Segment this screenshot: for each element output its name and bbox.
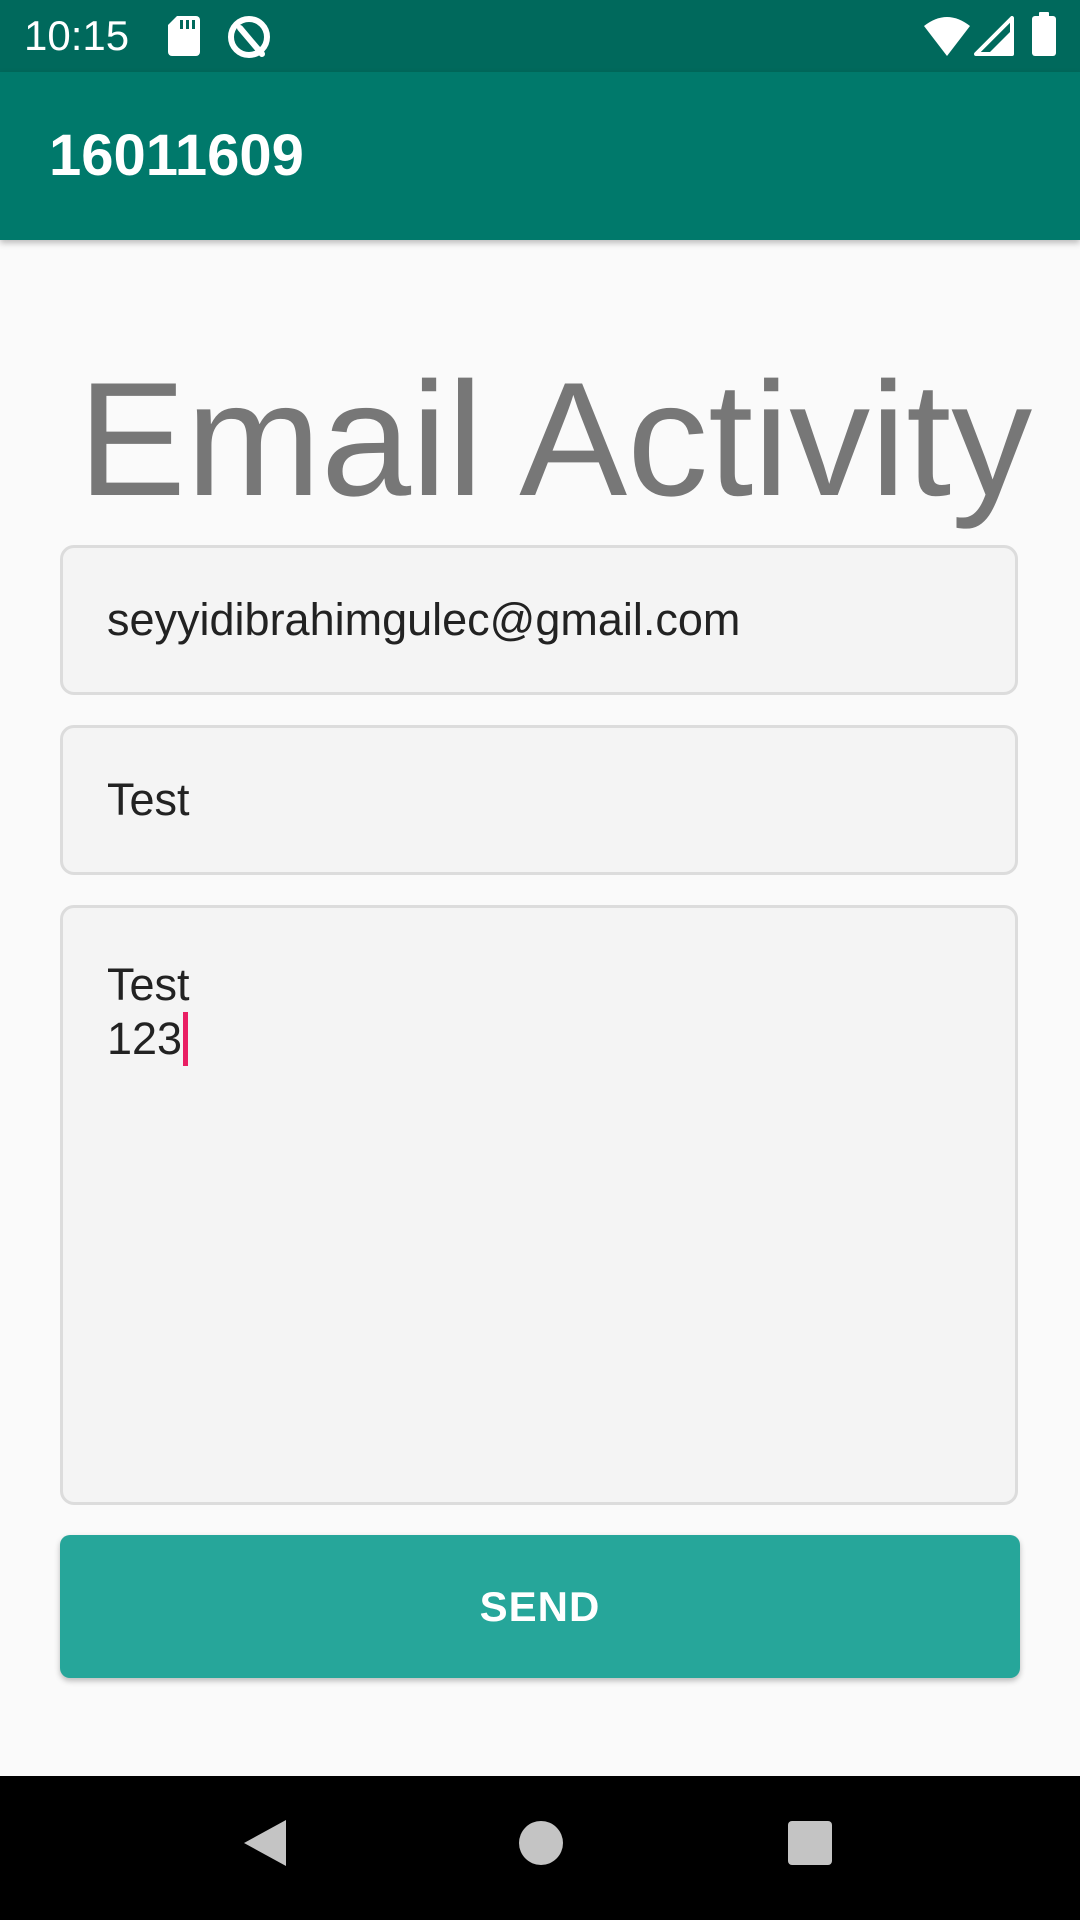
- status-bar: 10:15: [0, 0, 1080, 72]
- message-field[interactable]: Test 123: [60, 905, 1018, 1505]
- send-button[interactable]: SEND: [60, 1535, 1020, 1678]
- signal-icon: [974, 16, 1014, 56]
- status-time: 10:15: [24, 12, 130, 59]
- text-cursor: [183, 1012, 189, 1066]
- message-line-1: Test: [107, 959, 190, 1010]
- home-icon[interactable]: [518, 1820, 564, 1866]
- battery-icon: [1032, 12, 1056, 56]
- message-line-2-wrap: 123: [107, 1012, 189, 1066]
- email-field-value: seyyidibrahimgulec@gmail.com: [107, 594, 741, 645]
- app-bar: 16011609: [0, 72, 1080, 240]
- subject-field-value: Test: [107, 774, 190, 825]
- nav-bar: [0, 1776, 1080, 1920]
- sync-icon: [228, 16, 270, 58]
- wifi-icon: [924, 17, 970, 56]
- message-line-2: 123: [107, 1013, 183, 1064]
- subject-field[interactable]: Test: [60, 725, 1018, 875]
- back-icon[interactable]: [242, 1818, 288, 1868]
- sd-card-icon: [168, 16, 200, 56]
- page-heading: Email Activity: [78, 349, 1033, 530]
- app-title: 16011609: [49, 123, 304, 188]
- email-field[interactable]: seyyidibrahimgulec@gmail.com: [60, 545, 1018, 695]
- recents-icon[interactable]: [787, 1820, 833, 1866]
